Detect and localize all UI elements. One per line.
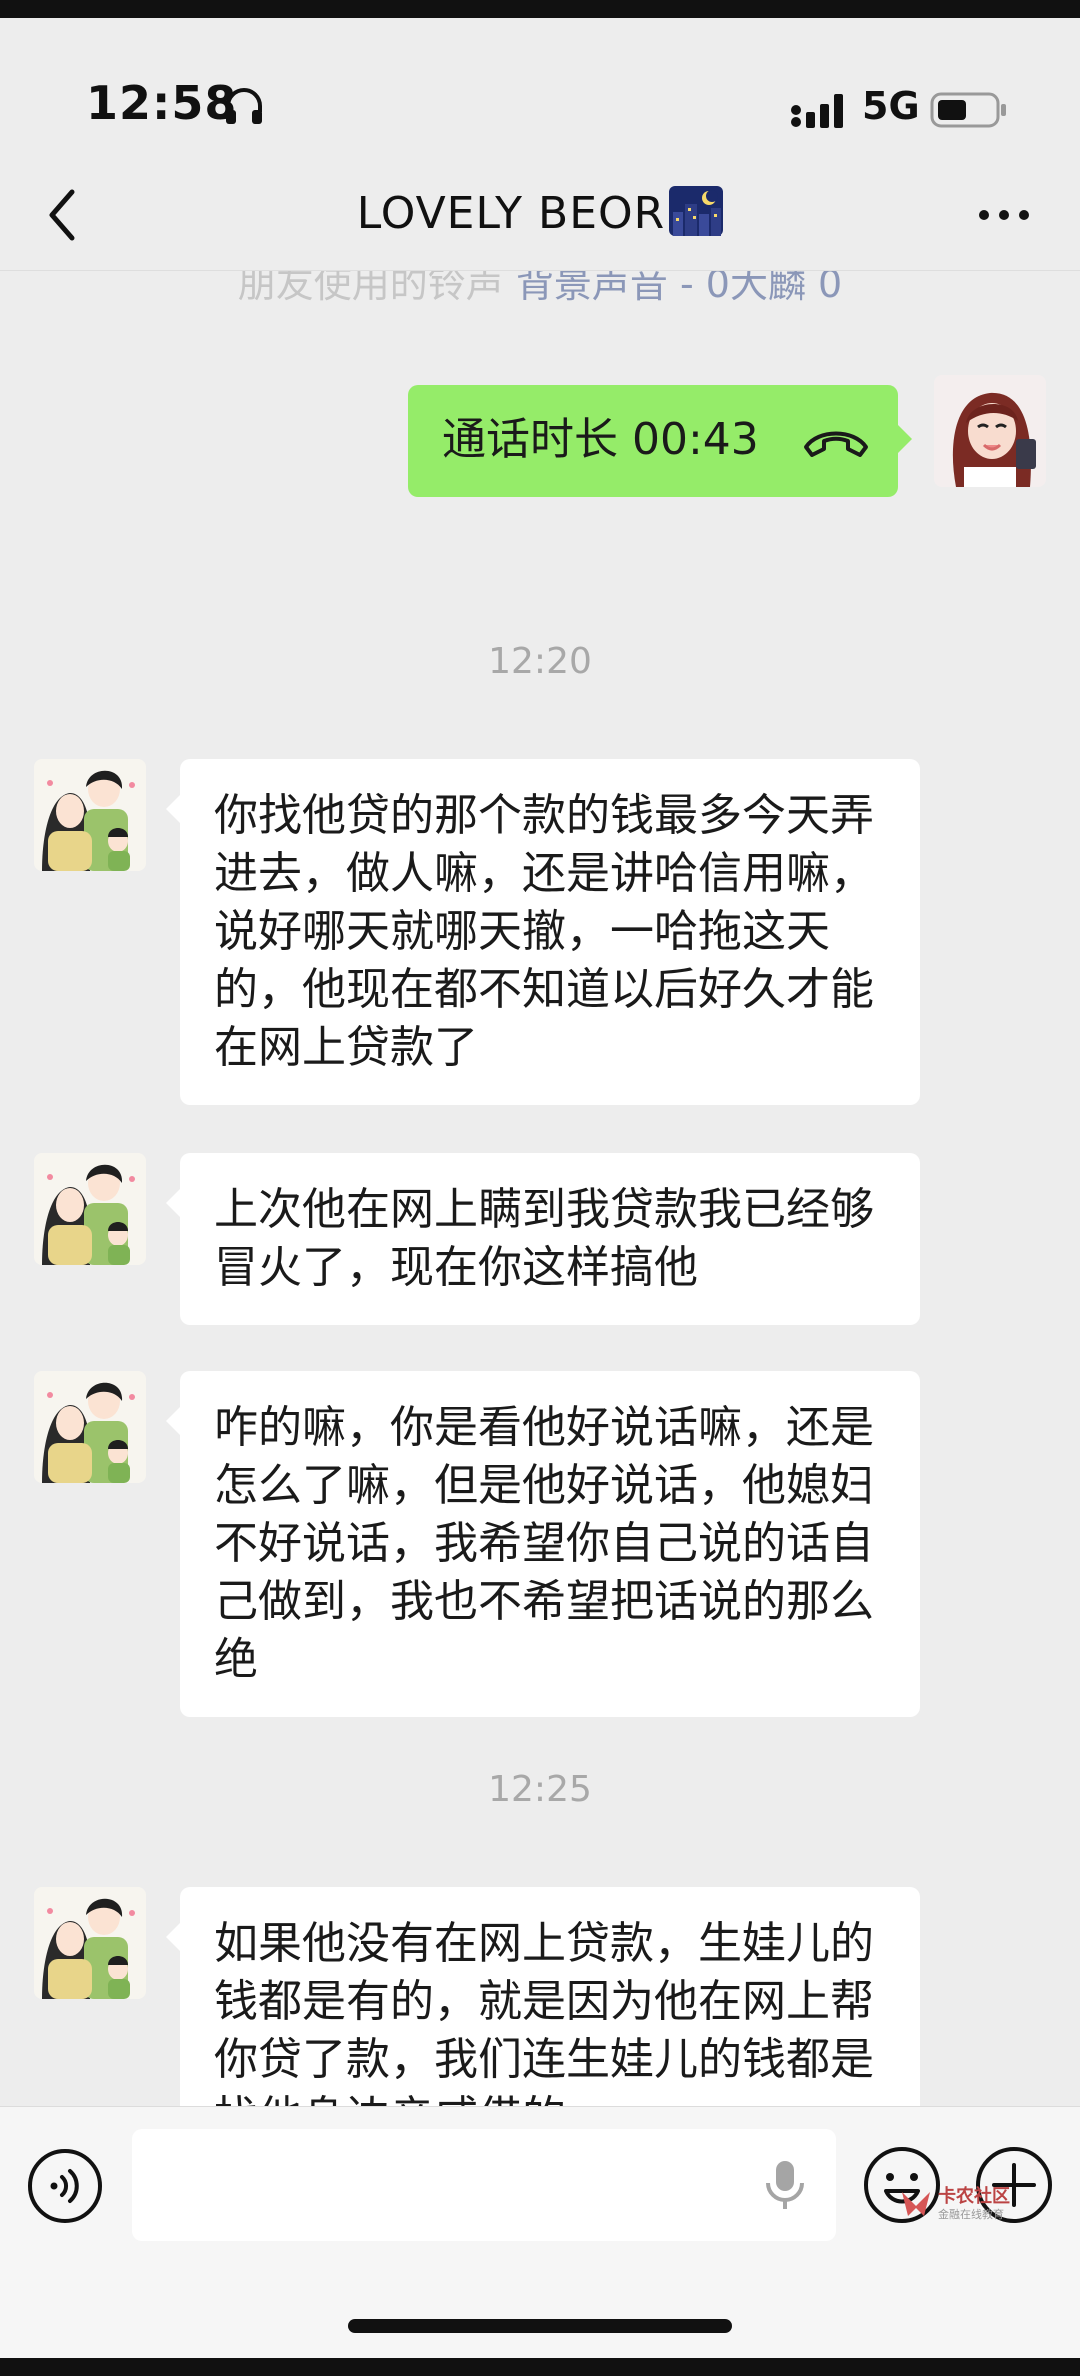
- nav-bar: LOVELY BEOR: [0, 160, 1080, 271]
- mic-icon[interactable]: [762, 2157, 808, 2213]
- ringtone-notice: 朋友使用的铃声 背景声音 - 0大麟 0: [0, 271, 1080, 308]
- watermark: 卡农社区 金融在线教育: [898, 2182, 1018, 2236]
- my-avatar[interactable]: [934, 375, 1046, 487]
- more-icon[interactable]: [976, 200, 1032, 230]
- timestamp-1: 12:20: [488, 641, 592, 682]
- phone-hangup-icon: [804, 431, 868, 457]
- message-bubble[interactable]: 如果他没有在网上贷款，生娃儿的钱都是有的，就是因为他在网上帮你贷了款，我们连生娃…: [166, 1887, 920, 2106]
- contact-avatar[interactable]: [34, 1371, 146, 1483]
- couple-avatar-icon: [34, 1371, 146, 1483]
- call-bubble[interactable]: 通话时长 00:43: [408, 385, 912, 497]
- couple-avatar-icon: [34, 1153, 146, 1265]
- ringtone-prefix: 朋友使用的铃声: [237, 271, 516, 306]
- call-row: 通话时长 00:43: [0, 375, 1080, 505]
- message-bubble[interactable]: 咋的嘛，你是看他好说话嘛，还是怎么了嘛，但是他好说话，他媳妇不好说话，我希望你自…: [166, 1371, 920, 1717]
- home-indicator[interactable]: [348, 2319, 732, 2333]
- status-time: 12:58: [86, 76, 238, 130]
- message-bubble[interactable]: 你找他贷的那个款的钱最多今天弄进去，做人嘛，还是讲哈信用嘛，说好哪天就哪天撤，一…: [166, 759, 920, 1105]
- top-edge: [0, 0, 1080, 18]
- ringtone-link[interactable]: 背景声音 - 0大麟 0: [516, 271, 842, 306]
- headset-icon: [226, 88, 262, 124]
- call-duration: 通话时长 00:43: [442, 414, 759, 465]
- couple-avatar-icon: [34, 1887, 146, 1999]
- network-type: 5G: [862, 84, 920, 128]
- timestamp-2: 12:25: [488, 1769, 592, 1810]
- contact-avatar[interactable]: [34, 1887, 146, 1999]
- message-input[interactable]: [132, 2129, 836, 2241]
- watermark-title: 卡农社区: [938, 2186, 1010, 2207]
- couple-avatar-icon: [34, 759, 146, 871]
- voice-icon[interactable]: [26, 2147, 104, 2225]
- watermark-subtitle: 金融在线教育: [938, 2208, 1004, 2221]
- status-bar: 12:58 5G: [0, 18, 1080, 158]
- night-city-icon: [669, 186, 724, 236]
- girl-avatar-icon: [934, 375, 1046, 487]
- chat-title-text: LOVELY BEOR: [356, 188, 666, 239]
- contact-avatar[interactable]: [34, 1153, 146, 1265]
- watermark-logo-icon: [902, 2192, 930, 2216]
- battery-icon: [930, 92, 1006, 128]
- signal-icon: [791, 94, 843, 128]
- chat-title: LOVELY BEOR: [0, 186, 1080, 239]
- contact-avatar[interactable]: [34, 759, 146, 871]
- chat-area[interactable]: 朋友使用的铃声 背景声音 - 0大麟 0 通话时长 00:43 12:20 你找…: [0, 271, 1080, 2106]
- message-bubble[interactable]: 上次他在网上瞒到我贷款我已经够冒火了，现在你这样搞他: [166, 1153, 920, 1325]
- bottom-edge: [0, 2358, 1080, 2376]
